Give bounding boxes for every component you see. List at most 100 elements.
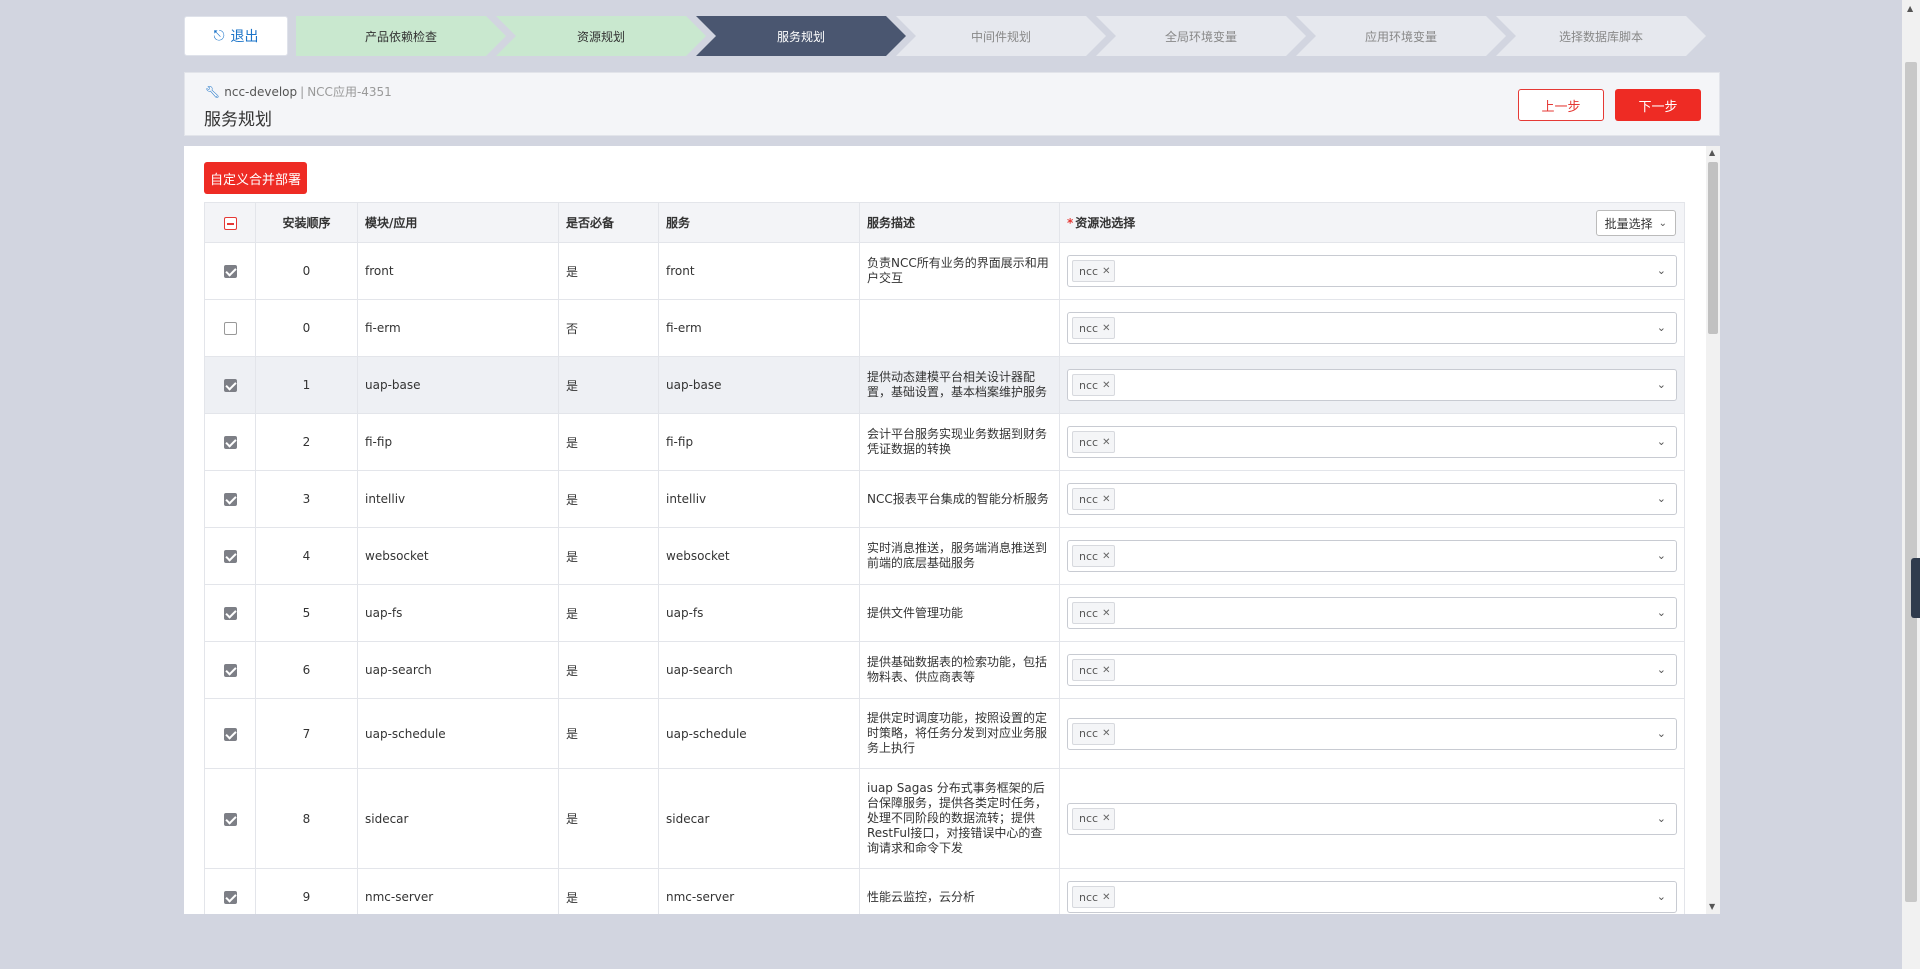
table-row[interactable]: 9 nmc-server 是 nmc-server 性能云监控，云分析 ncc ✕ ⌄ [204,868,1685,914]
exit-button[interactable]: ⎋ 退出 [184,16,288,56]
row-checkbox[interactable] [223,812,237,826]
window-scrollbar-thumb[interactable] [1905,62,1917,902]
scroll-up-arrow-icon[interactable]: ▲ [1709,149,1715,157]
required-flag: 是 [558,242,659,300]
remove-tag-icon[interactable]: ✕ [1102,892,1110,903]
resource-pool-select[interactable]: ncc ✕ ⌄ [1067,255,1677,287]
table-row[interactable]: 0 fi-erm 否 fi-erm ncc ✕ ⌄ [204,299,1685,357]
service-table: 安装顺序 模块/应用 是否必备 服务 服务描述 * 资源池选择 批量选择 ⌄ 0 fr… [204,202,1685,914]
scrollbar-thumb[interactable] [1708,162,1718,334]
module-name: nmc-server [357,868,559,914]
resource-pool-select[interactable]: ncc ✕ ⌄ [1067,540,1677,572]
remove-tag-icon[interactable]: ✕ [1102,323,1110,334]
module-name: intelliv [357,470,559,528]
custom-merge-deploy-button[interactable]: 自定义合并部署 [204,162,308,194]
table-row[interactable]: 8 sidecar 是 sidecar iuap Sagas 分布式事务框架的后台保障服… [204,768,1685,869]
module-name: uap-schedule [357,698,559,769]
pool-tag: ncc ✕ [1072,260,1116,282]
table-row[interactable]: 0 front 是 front 负责NCC所有业务的界面展示和用户交互 ncc ✕ ⌄ [204,242,1685,300]
row-checkbox[interactable] [223,607,237,620]
row-checkbox[interactable] [223,664,237,677]
table-scrollbar[interactable]: ▲ ▼ [1706,146,1720,914]
resource-pool-select[interactable]: ncc ✕ ⌄ [1067,369,1677,401]
remove-tag-icon[interactable]: ✕ [1102,266,1110,277]
col-required: 是否必备 [558,202,659,243]
scroll-down-arrow-icon[interactable]: ▼ [1709,903,1715,911]
table-row[interactable]: 6 uap-search 是 uap-search 提供基础数据表的检索功能，包括物料表… [204,641,1685,699]
step-select-db-script[interactable]: 选择数据库脚本 [1496,16,1706,56]
pool-tag-label: ncc [1079,812,1099,825]
row-checkbox[interactable] [223,322,237,335]
row-checkbox[interactable] [223,379,237,392]
install-order: 0 [255,299,358,357]
remove-tag-icon[interactable]: ✕ [1102,728,1110,739]
remove-tag-icon[interactable]: ✕ [1102,551,1110,562]
required-flag: 否 [558,299,659,357]
row-checkbox[interactable] [223,550,237,563]
row-checkbox-cell [204,868,256,914]
resource-pool-cell: ncc ✕ ⌄ [1059,641,1685,699]
table-row[interactable]: 5 uap-fs 是 uap-fs 提供文件管理功能 ncc ✕ ⌄ [204,584,1685,642]
service-name: nmc-server [658,868,860,914]
resource-pool-select[interactable]: ncc ✕ ⌄ [1067,597,1677,629]
row-checkbox[interactable] [223,265,237,278]
row-checkbox[interactable] [223,493,237,506]
step-app-env-vars[interactable]: 应用环境变量 [1296,16,1506,56]
resource-pool-cell: ncc ✕ ⌄ [1059,868,1685,914]
prev-step-button[interactable]: 上一步 [1518,89,1604,121]
resource-pool-select[interactable]: ncc ✕ ⌄ [1067,426,1677,458]
service-description: 提供动态建模平台相关设计器配置，基础设置，基本档案维护服务 [859,356,1060,414]
table-row[interactable]: 2 fi-fip 是 fi-fip 会计平台服务实现业务数据到财务凭证数据的转换 ncc ✕… [204,413,1685,471]
select-all-checkbox[interactable] [223,216,237,230]
pool-tag: ncc ✕ [1072,431,1116,453]
step-middleware-planning[interactable]: 中间件规划 [896,16,1106,56]
next-step-button[interactable]: 下一步 [1615,89,1701,121]
breadcrumb-separator: | [300,84,305,99]
col-service: 服务 [658,202,860,243]
required-flag: 是 [558,641,659,699]
service-description: 会计平台服务实现业务数据到财务凭证数据的转换 [859,413,1060,471]
window-scroll-up-icon[interactable]: ▲ [1907,4,1913,13]
breadcrumb: 🔧︎ ncc-develop | NCC应用-4351 [205,83,392,100]
row-checkbox-cell [204,527,256,585]
resource-pool-select[interactable]: ncc ✕ ⌄ [1067,881,1677,913]
batch-select-button[interactable]: 批量选择 ⌄ [1595,210,1676,236]
row-checkbox[interactable] [223,436,237,449]
col-module: 模块/应用 [357,202,559,243]
remove-tag-icon[interactable]: ✕ [1102,608,1110,619]
resource-pool-cell: ncc ✕ ⌄ [1059,527,1685,585]
row-checkbox[interactable] [223,727,237,741]
resource-pool-cell: ncc ✕ ⌄ [1059,242,1685,300]
install-order: 9 [255,868,358,914]
remove-tag-icon[interactable]: ✕ [1102,494,1110,505]
step-global-env-vars[interactable]: 全局环境变量 [1096,16,1306,56]
resource-pool-select[interactable]: ncc ✕ ⌄ [1067,312,1677,344]
table-row[interactable]: 7 uap-schedule 是 uap-schedule 提供定时调度功能，按照设置的… [204,698,1685,769]
pool-tag-label: ncc [1079,606,1099,620]
step-resource-planning[interactable]: 资源规划 [496,16,706,56]
table-row[interactable]: 1 uap-base 是 uap-base 提供动态建模平台相关设计器配置，基础设置，基… [204,356,1685,414]
remove-tag-icon[interactable]: ✕ [1102,437,1110,448]
resource-pool-select[interactable]: ncc ✕ ⌄ [1067,654,1677,686]
service-name: fi-fip [658,413,860,471]
chevron-down-icon: ⌄ [1656,549,1666,562]
step-product-dependency-check[interactable]: 产品依赖检查 [296,16,506,56]
side-drawer-tab[interactable] [1911,558,1920,618]
resource-pool-select[interactable]: ncc ✕ ⌄ [1067,802,1677,835]
required-flag: 是 [558,470,659,528]
required-flag: 是 [558,698,659,769]
table-row[interactable]: 3 intelliv 是 intelliv NCC报表平台集成的智能分析服务 ncc ✕ ⌄ [204,470,1685,528]
remove-tag-icon[interactable]: ✕ [1102,813,1110,824]
window-scrollbar[interactable]: ▲ [1902,0,1920,969]
resource-pool-select[interactable]: ncc ✕ ⌄ [1067,717,1677,750]
install-order: 6 [255,641,358,699]
resource-pool-select[interactable]: ncc ✕ ⌄ [1067,483,1677,515]
service-description: iuap Sagas 分布式事务框架的后台保障服务，提供各类定时任务，处理不同阶… [859,768,1060,869]
row-checkbox[interactable] [223,891,237,904]
service-name: sidecar [658,768,860,869]
remove-tag-icon[interactable]: ✕ [1102,380,1110,391]
step-service-planning[interactable]: 服务规划 [696,16,906,56]
remove-tag-icon[interactable]: ✕ [1102,665,1110,676]
table-row[interactable]: 4 websocket 是 websocket 实时消息推送，服务端消息推送到前端的底层… [204,527,1685,585]
resource-pool-cell: ncc ✕ ⌄ [1059,470,1685,528]
